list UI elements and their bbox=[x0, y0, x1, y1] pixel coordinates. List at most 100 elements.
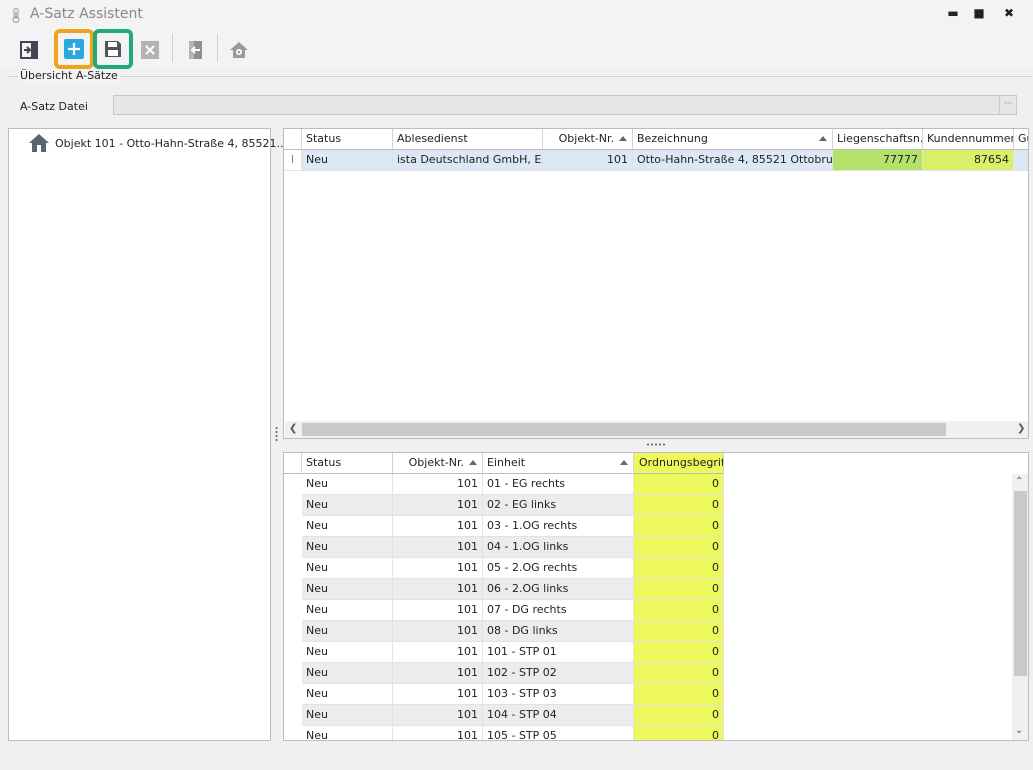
cell-ordnungsbegriff[interactable]: 0 bbox=[634, 684, 724, 705]
cell-ordnungsbegriff[interactable]: 0 bbox=[634, 726, 724, 740]
cell-gue[interactable] bbox=[1014, 150, 1028, 171]
cell-ablesedienst[interactable]: ista Deutschland GmbH, Ess... bbox=[393, 150, 543, 171]
cell-ordnungsbegriff[interactable]: 0 bbox=[634, 600, 724, 621]
back-button[interactable] bbox=[179, 33, 213, 67]
cell-status[interactable]: Neu bbox=[302, 600, 393, 621]
save-button[interactable] bbox=[93, 29, 133, 69]
cell-status[interactable]: Neu bbox=[302, 516, 393, 537]
maximize-button[interactable]: ■ bbox=[968, 6, 990, 24]
cell-einheit[interactable]: 105 - STP 05 bbox=[483, 726, 634, 740]
cell-einheit[interactable]: 01 - EG rechts bbox=[483, 474, 634, 495]
cell-ordnungsbegriff[interactable]: 0 bbox=[634, 621, 724, 642]
cell-objekt-nr[interactable]: 101 bbox=[393, 516, 483, 537]
column-header-bezeichnung[interactable]: Bezeichnung bbox=[633, 129, 833, 150]
vertical-scrollbar[interactable]: ⌃ ⌄ bbox=[1012, 474, 1028, 740]
add-button[interactable] bbox=[54, 29, 94, 69]
scroll-up-icon[interactable]: ⌃ bbox=[1015, 477, 1023, 487]
cell-einheit[interactable]: 04 - 1.OG links bbox=[483, 537, 634, 558]
units-grid[interactable]: Status Objekt-Nr. Einheit Ordnungsbegrif… bbox=[283, 452, 1029, 741]
home-settings-button[interactable] bbox=[222, 33, 256, 67]
cell-status[interactable]: Neu bbox=[302, 579, 393, 600]
scrollbar-thumb[interactable] bbox=[302, 423, 946, 436]
cell-objekt-nr[interactable]: 101 bbox=[393, 663, 483, 684]
cell-kundennummer[interactable]: 87654 bbox=[923, 150, 1014, 171]
cell-einheit[interactable]: 104 - STP 04 bbox=[483, 705, 634, 726]
cell-ordnungsbegriff[interactable]: 0 bbox=[634, 516, 724, 537]
cell-einheit[interactable]: 05 - 2.OG rechts bbox=[483, 558, 634, 579]
scrollbar-thumb[interactable] bbox=[1014, 491, 1027, 676]
file-label: A-Satz Datei bbox=[20, 100, 88, 113]
tree-item-object-101[interactable]: Objekt 101 - Otto-Hahn-Straße 4, 85521..… bbox=[29, 134, 287, 152]
cell-objekt-nr[interactable]: 101 bbox=[393, 474, 483, 495]
column-header-ordnungsbegriff[interactable]: Ordnungsbegriff bbox=[634, 453, 724, 474]
cell-einheit[interactable]: 101 - STP 01 bbox=[483, 642, 634, 663]
column-header-liegenschaft[interactable]: Liegenschaftsn... bbox=[833, 129, 923, 150]
file-path-input[interactable] bbox=[113, 95, 1000, 115]
cell-einheit[interactable]: 102 - STP 02 bbox=[483, 663, 634, 684]
cell-liegenschaft[interactable]: 77777 bbox=[833, 150, 923, 171]
scroll-right-icon[interactable]: ❯ bbox=[1017, 424, 1025, 434]
cell-einheit[interactable]: 03 - 1.OG rechts bbox=[483, 516, 634, 537]
cell-objekt-nr[interactable]: 101 bbox=[393, 726, 483, 740]
column-header-kundennummer[interactable]: Kundennummer bbox=[923, 129, 1014, 150]
cell-objekt-nr[interactable]: 101 bbox=[393, 621, 483, 642]
column-header-ablesedienst[interactable]: Ablesedienst bbox=[393, 129, 543, 150]
cell-einheit[interactable]: 06 - 2.OG links bbox=[483, 579, 634, 600]
cell-ordnungsbegriff[interactable]: 0 bbox=[634, 579, 724, 600]
scroll-down-icon[interactable]: ⌄ bbox=[1015, 726, 1023, 736]
scroll-left-icon[interactable]: ❮ bbox=[289, 424, 297, 434]
exit-button[interactable] bbox=[12, 33, 46, 67]
cell-status[interactable]: Neu bbox=[302, 558, 393, 579]
cell-objekt-nr[interactable]: 101 bbox=[393, 684, 483, 705]
cell-objekt-nr[interactable]: 101 bbox=[393, 579, 483, 600]
cell-status[interactable]: Neu bbox=[302, 663, 393, 684]
cell-status[interactable]: Neu bbox=[302, 726, 393, 740]
cell-ordnungsbegriff[interactable]: 0 bbox=[634, 663, 724, 684]
cell-einheit[interactable]: 103 - STP 03 bbox=[483, 684, 634, 705]
column-header-status[interactable]: Status bbox=[302, 129, 393, 150]
cell-objekt-nr[interactable]: 101 bbox=[393, 705, 483, 726]
status-bar bbox=[8, 748, 1032, 768]
cell-status[interactable]: Neu bbox=[302, 537, 393, 558]
cell-status[interactable]: Neu bbox=[302, 150, 393, 171]
cell-status[interactable]: Neu bbox=[302, 705, 393, 726]
row-indicator: I bbox=[284, 150, 302, 171]
cell-ordnungsbegriff[interactable]: 0 bbox=[634, 705, 724, 726]
delete-button[interactable] bbox=[133, 33, 167, 67]
vertical-splitter-grip[interactable] bbox=[275, 426, 278, 442]
cell-ordnungsbegriff[interactable]: 0 bbox=[634, 495, 724, 516]
horizontal-splitter-grip[interactable] bbox=[646, 443, 666, 446]
cell-objekt-nr[interactable]: 101 bbox=[543, 150, 633, 171]
browse-button[interactable]: ··· bbox=[1000, 95, 1017, 115]
cell-ordnungsbegriff[interactable]: 0 bbox=[634, 537, 724, 558]
asatz-grid[interactable]: Status Ablesedienst Objekt-Nr. Bezeichnu… bbox=[283, 128, 1029, 439]
cell-status[interactable]: Neu bbox=[302, 474, 393, 495]
object-tree[interactable]: Objekt 101 - Otto-Hahn-Straße 4, 85521..… bbox=[8, 128, 287, 741]
cell-bezeichnung[interactable]: Otto-Hahn-Straße 4, 85521 Ottobrunn bbox=[633, 150, 833, 171]
cell-status[interactable]: Neu bbox=[302, 621, 393, 642]
cell-einheit[interactable]: 02 - EG links bbox=[483, 495, 634, 516]
cell-status[interactable]: Neu bbox=[302, 642, 393, 663]
column-header-status[interactable]: Status bbox=[302, 453, 393, 474]
cell-objekt-nr[interactable]: 101 bbox=[393, 600, 483, 621]
minimize-button[interactable]: ▬ bbox=[942, 6, 964, 24]
cell-einheit[interactable]: 08 - DG links bbox=[483, 621, 634, 642]
cell-status[interactable]: Neu bbox=[302, 495, 393, 516]
cell-objekt-nr[interactable]: 101 bbox=[393, 495, 483, 516]
column-header-einheit[interactable]: Einheit bbox=[483, 453, 634, 474]
cell-objekt-nr[interactable]: 101 bbox=[393, 642, 483, 663]
cell-status[interactable]: Neu bbox=[302, 684, 393, 705]
cell-objekt-nr[interactable]: 101 bbox=[393, 558, 483, 579]
cell-ordnungsbegriff[interactable]: 0 bbox=[634, 642, 724, 663]
column-header-gue[interactable]: Gü bbox=[1014, 129, 1028, 150]
close-button[interactable]: ✖ bbox=[998, 6, 1020, 24]
cell-einheit[interactable]: 07 - DG rechts bbox=[483, 600, 634, 621]
sort-ascending-icon bbox=[619, 136, 627, 141]
cell-ordnungsbegriff[interactable]: 0 bbox=[634, 558, 724, 579]
cell-objekt-nr[interactable]: 101 bbox=[393, 537, 483, 558]
cell-ordnungsbegriff[interactable]: 0 bbox=[634, 474, 724, 495]
column-header-objekt-nr[interactable]: Objekt-Nr. bbox=[393, 453, 483, 474]
column-header-objekt-nr[interactable]: Objekt-Nr. bbox=[543, 129, 633, 150]
house-icon bbox=[29, 134, 49, 152]
horizontal-scrollbar[interactable]: ❮ ❯ bbox=[285, 421, 1028, 438]
